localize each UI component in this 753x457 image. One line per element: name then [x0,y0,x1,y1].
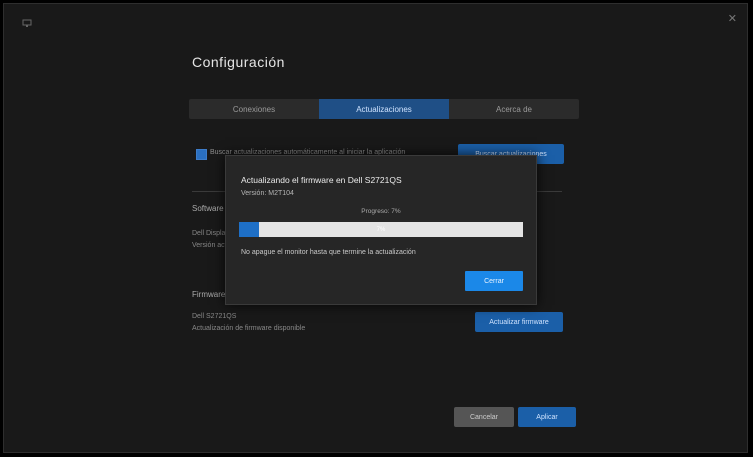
dialog-version: Versión: M2T104 [241,190,294,197]
tab-about[interactable]: Acerca de [449,99,579,119]
monitor-name: Dell S2721QS [192,313,237,320]
firmware-section-label: Firmware [192,290,226,299]
tab-bar: Conexiones Actualizaciones Acerca de [189,99,579,119]
tab-connections[interactable]: Conexiones [189,99,319,119]
software-section-label: Software [192,204,224,213]
progress-percent: 7% [376,226,386,233]
apply-button[interactable]: Aplicar [518,407,576,427]
close-button[interactable]: Cerrar [465,271,523,291]
cancel-button[interactable]: Cancelar [454,407,514,427]
auto-update-checkbox[interactable] [196,149,207,160]
progress-label: Progreso: 7% [361,208,401,215]
app-icon [22,19,32,27]
progress-bar: 7% [239,222,523,237]
page-title: Configuración [192,54,285,70]
tab-updates[interactable]: Actualizaciones [319,99,449,119]
dialog-title: Actualizando el firmware en Dell S2721QS [241,175,402,185]
firmware-update-dialog: Actualizando el firmware en Dell S2721QS… [225,155,537,305]
dialog-warning: No apague el monitor hasta que termine l… [241,249,416,256]
close-icon[interactable]: ✕ [728,14,737,25]
update-firmware-button[interactable]: Actualizar firmware [475,312,563,332]
firmware-status: Actualización de firmware disponible [192,325,306,332]
